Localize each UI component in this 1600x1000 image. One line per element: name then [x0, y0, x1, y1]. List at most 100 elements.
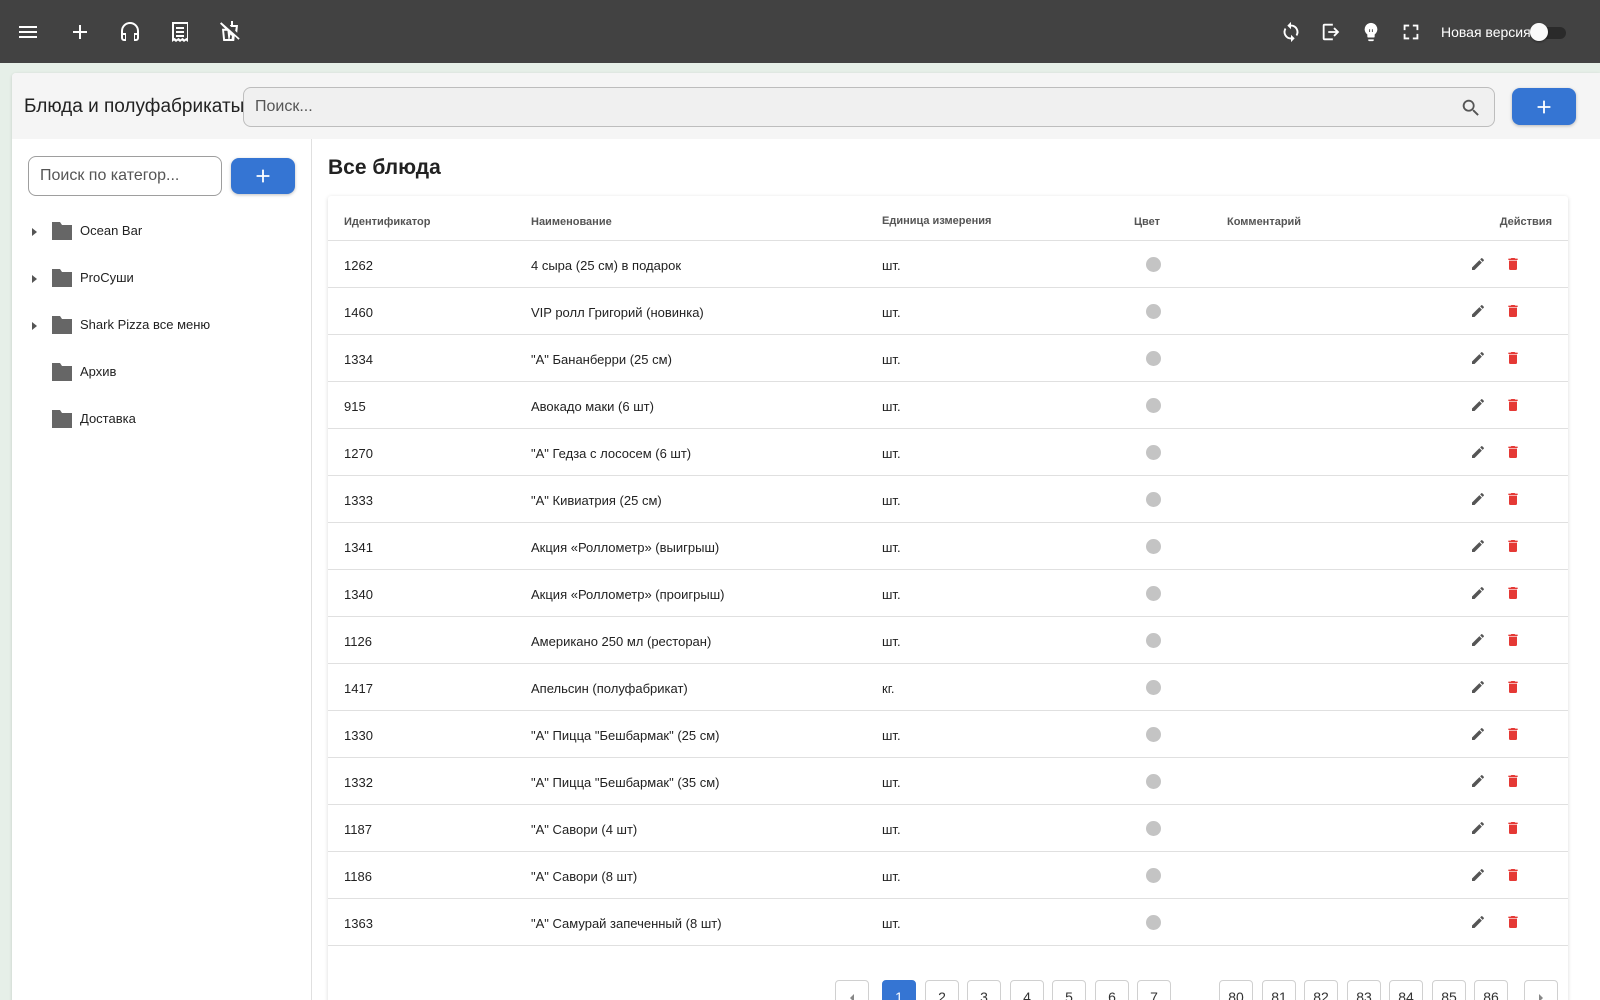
page-button[interactable]: 1: [882, 980, 916, 1000]
edit-icon[interactable]: [1468, 865, 1488, 885]
delete-icon[interactable]: [1503, 865, 1523, 885]
page-button[interactable]: 81: [1262, 980, 1296, 1000]
page-button[interactable]: 6: [1095, 980, 1129, 1000]
delete-icon[interactable]: [1503, 301, 1523, 321]
edit-icon[interactable]: [1468, 912, 1488, 932]
page-button[interactable]: 80: [1219, 980, 1253, 1000]
edit-icon[interactable]: [1468, 724, 1488, 744]
table-row[interactable]: 1334 "А" Бананберри (25 см) шт.: [328, 335, 1568, 382]
caret-right-icon[interactable]: [28, 272, 40, 284]
page-button[interactable]: 83: [1347, 980, 1381, 1000]
receipt-icon[interactable]: [162, 12, 198, 52]
edit-icon[interactable]: [1468, 301, 1488, 321]
category-item-shark-pizza[interactable]: Shark Pizza все меню: [12, 307, 302, 343]
edit-icon[interactable]: [1468, 442, 1488, 462]
table-row[interactable]: 1340 Акция «Роллометр» (проигрыш) шт.: [328, 570, 1568, 617]
next-page-button[interactable]: [1524, 980, 1558, 1000]
table-row[interactable]: 915 Авокадо маки (6 шт) шт.: [328, 382, 1568, 429]
edit-icon[interactable]: [1468, 489, 1488, 509]
cell-id: 1262: [344, 258, 373, 273]
add-dish-button[interactable]: [1512, 88, 1576, 125]
caret-right-icon[interactable]: [28, 319, 40, 331]
page-button[interactable]: 7: [1137, 980, 1171, 1000]
color-swatch: [1146, 821, 1161, 836]
delete-icon[interactable]: [1503, 442, 1523, 462]
fullscreen-icon[interactable]: [1393, 12, 1429, 52]
column-header-id[interactable]: Идентификатор: [344, 216, 431, 228]
no-food-icon[interactable]: [212, 12, 248, 52]
category-item-prosushi[interactable]: ProСуши: [12, 260, 302, 296]
delete-icon[interactable]: [1503, 583, 1523, 603]
page-button[interactable]: 86: [1474, 980, 1508, 1000]
table-row[interactable]: 1126 Американо 250 мл (ресторан) шт.: [328, 617, 1568, 664]
delete-icon[interactable]: [1503, 395, 1523, 415]
cell-unit: шт.: [882, 258, 901, 273]
table-row[interactable]: 1187 "А" Савори (4 шт) шт.: [328, 805, 1568, 852]
plus-icon[interactable]: [62, 12, 98, 52]
column-header-unit[interactable]: Единица измерения: [882, 215, 991, 227]
column-header-color[interactable]: Цвет: [1134, 216, 1160, 228]
category-item-archive[interactable]: Архив: [12, 354, 302, 390]
delete-icon[interactable]: [1503, 724, 1523, 744]
prev-page-button[interactable]: [835, 980, 869, 1000]
search-input[interactable]: [255, 88, 1435, 126]
page-button[interactable]: 85: [1432, 980, 1466, 1000]
edit-icon[interactable]: [1468, 818, 1488, 838]
add-category-button[interactable]: [231, 158, 295, 194]
table-row[interactable]: 1333 "А" Кивиатрия (25 см) шт.: [328, 476, 1568, 523]
table-row[interactable]: 1262 4 сыра (25 см) в подарок шт.: [328, 241, 1568, 288]
edit-icon[interactable]: [1468, 630, 1488, 650]
page-button[interactable]: 3: [967, 980, 1001, 1000]
table-row[interactable]: 1332 "А" Пицца "Бешбармак" (35 см) шт.: [328, 758, 1568, 805]
cell-id: 1330: [344, 728, 373, 743]
edit-icon[interactable]: [1468, 583, 1488, 603]
edit-icon[interactable]: [1468, 677, 1488, 697]
delete-icon[interactable]: [1503, 912, 1523, 932]
sync-icon[interactable]: [1273, 12, 1309, 52]
color-swatch: [1146, 727, 1161, 742]
theme-icon[interactable]: [1353, 12, 1389, 52]
logout-icon[interactable]: [1313, 12, 1349, 52]
delete-icon[interactable]: [1503, 348, 1523, 368]
delete-icon[interactable]: [1503, 818, 1523, 838]
delete-icon[interactable]: [1503, 489, 1523, 509]
category-item-ocean-bar[interactable]: Ocean Bar: [12, 213, 302, 249]
category-item-delivery[interactable]: Доставка: [12, 401, 302, 437]
color-swatch: [1146, 586, 1161, 601]
caret-right-icon[interactable]: [28, 225, 40, 237]
search-field[interactable]: [243, 87, 1495, 127]
page-button[interactable]: 4: [1010, 980, 1044, 1000]
delete-icon[interactable]: [1503, 536, 1523, 556]
category-search-field[interactable]: [28, 156, 222, 196]
page-button[interactable]: 2: [925, 980, 959, 1000]
delete-icon[interactable]: [1503, 771, 1523, 791]
column-header-name[interactable]: Наименование: [531, 216, 612, 228]
category-search-input[interactable]: [40, 157, 216, 195]
table-row[interactable]: 1363 "А" Самурай запеченный (8 шт) шт.: [328, 899, 1568, 946]
edit-icon[interactable]: [1468, 395, 1488, 415]
edit-icon[interactable]: [1468, 771, 1488, 791]
table-row[interactable]: 1186 "А" Савори (8 шт) шт.: [328, 852, 1568, 899]
edit-icon[interactable]: [1468, 254, 1488, 274]
table-row[interactable]: 1460 VIP ролл Григорий (новинка) шт.: [328, 288, 1568, 335]
table-row[interactable]: 1417 Апельсин (полуфабрикат) кг.: [328, 664, 1568, 711]
page-button[interactable]: 84: [1389, 980, 1423, 1000]
edit-icon[interactable]: [1468, 348, 1488, 368]
delete-icon[interactable]: [1503, 254, 1523, 274]
table-row[interactable]: 1270 "А" Гедза с лососем (6 шт) шт.: [328, 429, 1568, 476]
search-icon[interactable]: [1460, 97, 1482, 119]
edit-icon[interactable]: [1468, 536, 1488, 556]
page-button[interactable]: 82: [1304, 980, 1338, 1000]
chevron-left-icon: [850, 994, 854, 1000]
cell-id: 1340: [344, 587, 373, 602]
page-button[interactable]: 5: [1052, 980, 1086, 1000]
headset-icon[interactable]: [112, 12, 148, 52]
delete-icon[interactable]: [1503, 630, 1523, 650]
table-row[interactable]: 1341 Акция «Роллометр» (выигрыш) шт.: [328, 523, 1568, 570]
delete-icon[interactable]: [1503, 677, 1523, 697]
cell-id: 1334: [344, 352, 373, 367]
new-version-toggle[interactable]: [1530, 22, 1566, 42]
table-row[interactable]: 1330 "А" Пицца "Бешбармак" (25 см) шт.: [328, 711, 1568, 758]
column-header-comment[interactable]: Комментарий: [1227, 216, 1301, 228]
menu-icon[interactable]: [10, 12, 46, 52]
